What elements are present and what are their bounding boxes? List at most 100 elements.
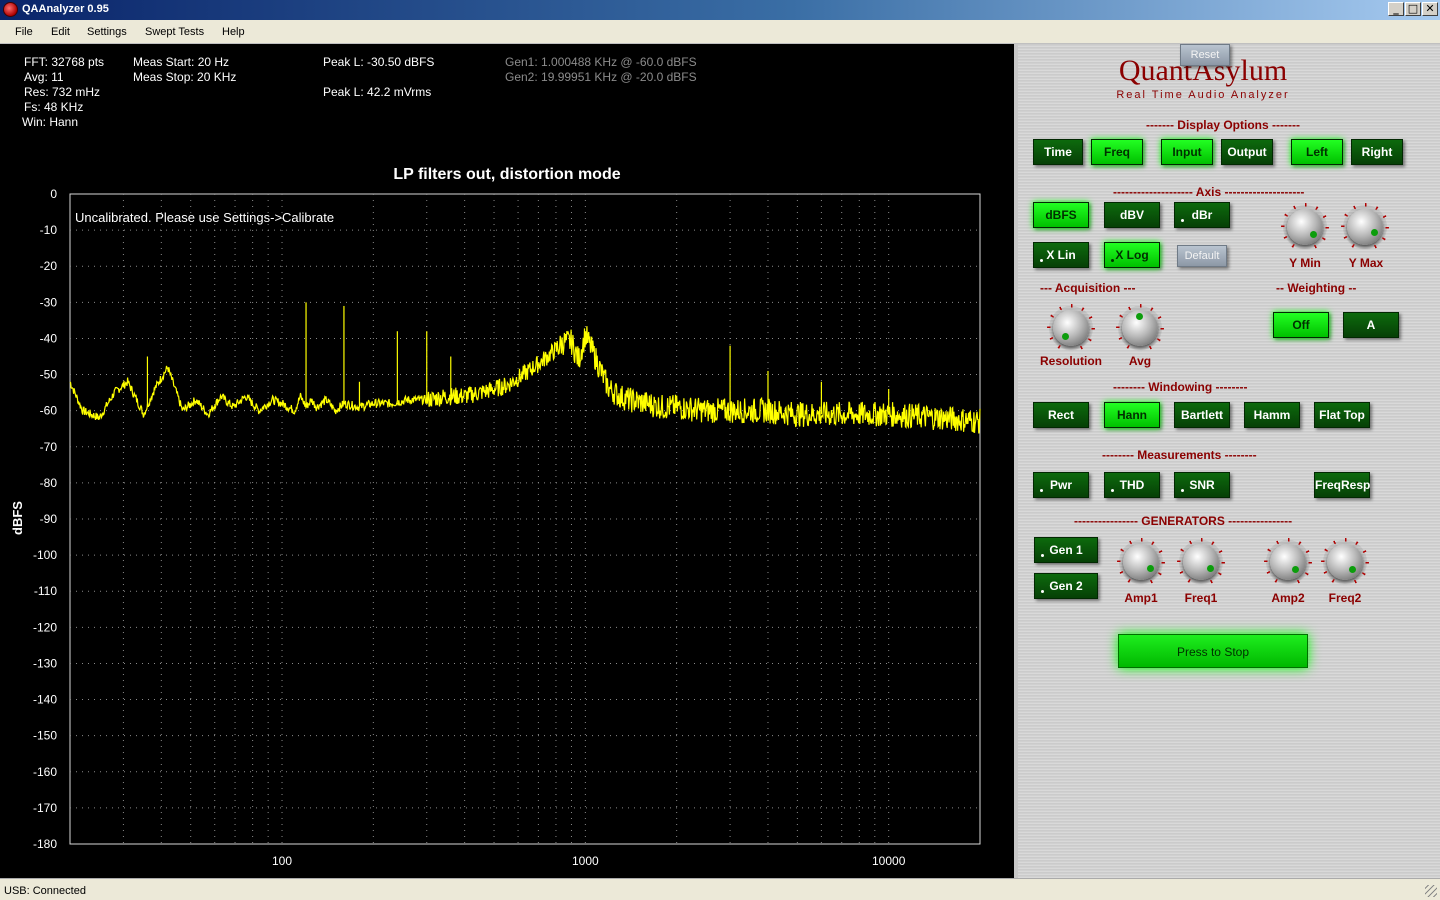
btn-x-lin-label: X Lin (1046, 248, 1076, 262)
y-tick-label: -170 (33, 801, 57, 815)
maximize-button[interactable]: □ (1405, 2, 1421, 16)
indicator-dot (1181, 219, 1184, 222)
brand-tagline: Real Time Audio Analyzer (1116, 89, 1290, 101)
knob-avg[interactable] (1116, 304, 1164, 352)
y-tick-label: -130 (33, 656, 57, 670)
btn-dbv[interactable]: dBV (1104, 202, 1160, 228)
press-to-stop-button[interactable]: Press to Stop (1118, 634, 1308, 668)
btn-freqresp[interactable]: FreqResp (1314, 472, 1370, 498)
btn-bartlett[interactable]: Bartlett (1174, 402, 1230, 428)
plot-frame (69, 193, 981, 845)
btn-thd-label: THD (1119, 478, 1145, 492)
grid-layer (70, 194, 980, 844)
status-bar: USB: Connected (0, 878, 1440, 900)
indicator-dot (1111, 489, 1114, 492)
btn-flat-top[interactable]: Flat Top (1314, 402, 1370, 428)
chart-title: LP filters out, distortion mode (393, 166, 620, 183)
indicator-dot (1041, 590, 1044, 593)
btn-snr[interactable]: SNR (1174, 472, 1230, 498)
section-display-options: ------- Display Options ------- (1146, 118, 1300, 132)
y-tick-label: -120 (33, 620, 57, 634)
x-tick-label: 10000 (872, 854, 906, 868)
btn-gen1[interactable]: Gen 1 (1034, 537, 1098, 563)
btn-right[interactable]: Right (1351, 139, 1403, 165)
btn-snr-label: SNR (1189, 478, 1215, 492)
btn-hamm[interactable]: Hamm (1244, 402, 1300, 428)
knob-scale (1341, 203, 1389, 251)
knob-indicator (1147, 565, 1154, 572)
spectrum-chart[interactable]: LP filters out, distortion mode dBFS 0 -1… (0, 44, 1014, 878)
section-generators: ---------------- GENERATORS ------------… (1074, 514, 1293, 528)
y-tick-label: -80 (40, 476, 58, 490)
indicator-dot (1181, 489, 1184, 492)
btn-output[interactable]: Output (1221, 139, 1273, 165)
section-acquisition: --- Acquisition --- (1040, 281, 1136, 295)
btn-weight-a[interactable]: A (1343, 312, 1399, 338)
indicator-dot (1040, 259, 1043, 262)
knob-amp1[interactable] (1117, 538, 1165, 586)
knob-indicator (1292, 566, 1299, 573)
resize-grip-icon[interactable] (1425, 885, 1437, 897)
menu-file[interactable]: File (15, 26, 33, 38)
label-freq2: Freq2 (1328, 591, 1362, 605)
btn-gen2[interactable]: Gen 2 (1034, 573, 1098, 599)
y-tick-label: -90 (40, 512, 58, 526)
y-tick-label: -110 (34, 584, 57, 598)
spectrum-plot-area: FFT: 32768 pts Avg: 11 Res: 732 mHz Fs: … (0, 44, 1014, 878)
btn-time[interactable]: Time (1033, 139, 1083, 165)
y-tick-label: -50 (40, 368, 58, 382)
knob-resolution[interactable] (1047, 304, 1095, 352)
btn-pwr-label: Pwr (1049, 478, 1072, 492)
knob-scale (1321, 538, 1369, 586)
y-tick-label: 0 (50, 187, 57, 201)
menu-edit[interactable]: Edit (51, 26, 70, 38)
btn-reset[interactable]: Reset (1180, 44, 1230, 66)
btn-freq[interactable]: Freq (1091, 139, 1143, 165)
minimize-button[interactable]: _ (1388, 2, 1404, 16)
y-tick-label: -30 (40, 295, 58, 309)
knob-scale (1177, 538, 1225, 586)
btn-pwr[interactable]: Pwr (1033, 472, 1089, 498)
knob-scale (1116, 304, 1164, 352)
knob-ymin[interactable] (1281, 203, 1329, 251)
section-axis: -------------------- Axis --------------… (1113, 185, 1305, 199)
btn-default[interactable]: Default (1177, 245, 1227, 267)
knob-ymax[interactable] (1341, 203, 1389, 251)
knob-freq2[interactable] (1321, 538, 1369, 586)
btn-x-log-label: X Log (1115, 248, 1149, 262)
spike-layer (146, 302, 890, 415)
btn-rect[interactable]: Rect (1033, 402, 1089, 428)
indicator-dot (1111, 259, 1114, 262)
knob-scale (1117, 538, 1165, 586)
btn-dbr[interactable]: dBr (1174, 202, 1230, 228)
label-avg: Avg (1128, 354, 1152, 368)
section-weighting: -- Weighting -- (1276, 281, 1357, 295)
uncalibrated-notice: Uncalibrated. Please use Settings->Calib… (75, 210, 334, 225)
knob-amp2[interactable] (1264, 538, 1312, 586)
y-tick-label: -160 (33, 765, 57, 779)
btn-input[interactable]: Input (1161, 139, 1213, 165)
btn-left[interactable]: Left (1291, 139, 1343, 165)
btn-dbfs[interactable]: dBFS (1033, 202, 1089, 228)
btn-x-log[interactable]: X Log (1104, 242, 1160, 268)
y-tick-label: -100 (33, 548, 57, 562)
y-tick-label: -10 (40, 223, 58, 237)
menu-settings[interactable]: Settings (87, 26, 127, 38)
x-tick-label: 100 (272, 854, 292, 868)
app-icon (3, 2, 18, 17)
close-button[interactable]: ✕ (1422, 2, 1438, 16)
btn-hann[interactable]: Hann (1104, 402, 1160, 428)
knob-scale (1047, 304, 1095, 352)
knob-indicator (1207, 565, 1214, 572)
btn-thd[interactable]: THD (1104, 472, 1160, 498)
menu-swept-tests[interactable]: Swept Tests (145, 26, 204, 38)
knob-indicator (1136, 313, 1143, 320)
indicator-dot (1041, 554, 1044, 557)
menu-help[interactable]: Help (222, 26, 245, 38)
section-windowing: -------- Windowing -------- (1113, 380, 1248, 394)
knob-freq1[interactable] (1177, 538, 1225, 586)
btn-x-lin[interactable]: X Lin (1033, 242, 1089, 268)
knob-scale (1264, 538, 1312, 586)
x-tick-labels: 100 1000 10000 (272, 854, 906, 868)
btn-weight-off[interactable]: Off (1273, 312, 1329, 338)
